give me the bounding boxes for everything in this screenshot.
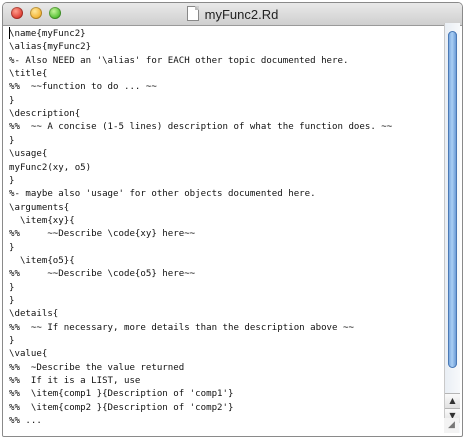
code-line: \value{ (9, 349, 48, 360)
code-line: %% ~Describe the value returned (9, 362, 185, 373)
code-line: } (9, 336, 15, 347)
code-line: \name{myFunc2} (9, 29, 86, 39)
code-line: \item{o5}{ (9, 255, 75, 266)
code-line: } (9, 175, 15, 186)
scrollbar-thumb[interactable] (448, 31, 457, 368)
code-line: \title{ (9, 69, 48, 80)
code-line: %% ~~ If necessary, more details than th… (9, 322, 354, 333)
code-line: %% ~~ A concise (1-5 lines) description … (9, 122, 393, 133)
editor-window: myFunc2.Rd \name{myFunc2} \alias{myFunc2}… (2, 2, 463, 437)
code-line: %% ~~Describe \code{xy} here~~ (9, 229, 196, 240)
code-line: %% ... (9, 416, 42, 427)
code-line: } (9, 135, 15, 146)
code-line: %% \item{comp1 }{Description of 'comp1'} (9, 389, 234, 400)
code-line: %% ~~Describe \code{o5} here~~ (9, 269, 196, 280)
document-icon (186, 6, 199, 21)
code-line: %- maybe also 'usage' for other objects … (9, 189, 316, 200)
code-line: \arguments{ (9, 202, 70, 213)
code-line: %% If it is a LIST, use (9, 376, 141, 387)
code-line: \details{ (9, 309, 59, 320)
text-editor-area[interactable]: \name{myFunc2} \alias{myFunc2} %- Also NEE… (3, 26, 447, 436)
code-line: myFunc2(xy, o5) (9, 162, 92, 173)
code-line: } (9, 242, 15, 253)
code-line: } (9, 296, 15, 306)
code-line: \description{ (9, 109, 81, 120)
code-line: \alias{myFunc2} (9, 42, 92, 53)
vertical-scrollbar[interactable]: ▲ ▼ (444, 23, 460, 433)
code-line: } (9, 95, 15, 106)
code-line: \usage{ (9, 149, 48, 160)
code-line: %% ~~function to do ... ~~ (9, 82, 157, 93)
code-line: } (9, 282, 15, 293)
code-line: \item{xy}{ (9, 215, 75, 226)
resize-grip-icon[interactable]: ◢ (444, 418, 459, 433)
window-title: myFunc2.Rd (204, 7, 279, 22)
title-bar[interactable]: myFunc2.Rd (3, 3, 462, 26)
window-title-group: myFunc2.Rd (3, 6, 462, 22)
scroll-up-arrow-icon[interactable]: ▲ (445, 393, 460, 408)
code-line: %- Also NEED an '\alias' for EACH other … (9, 55, 349, 66)
code-line: %% \item{comp2 }{Description of 'comp2'} (9, 402, 234, 413)
